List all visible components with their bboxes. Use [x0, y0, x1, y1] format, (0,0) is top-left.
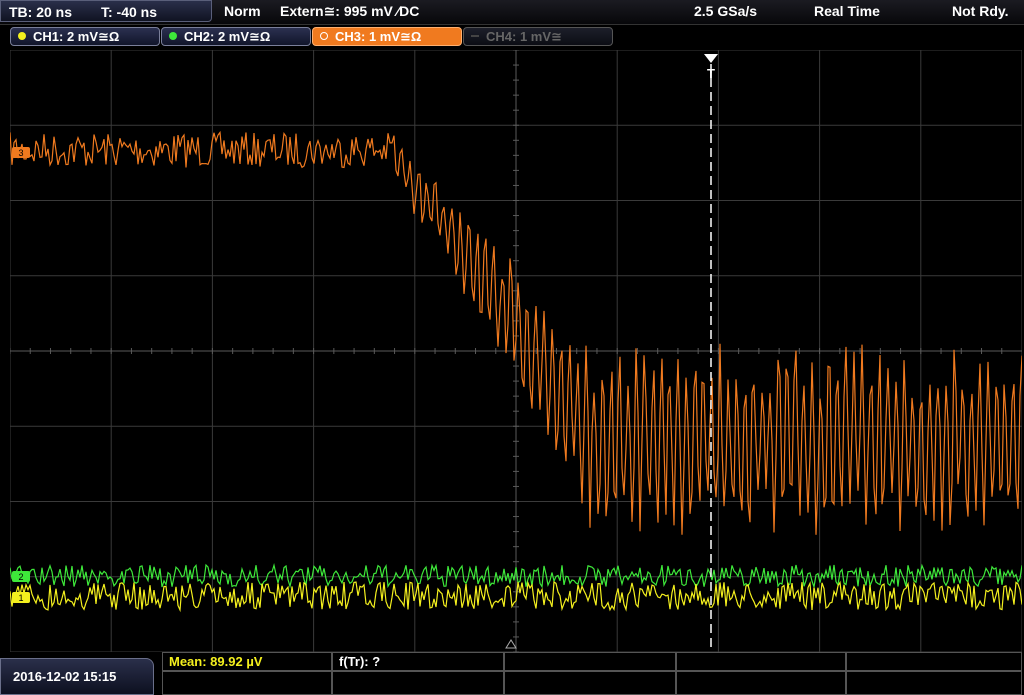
measurement-cell-empty-2[interactable]: [676, 652, 846, 671]
trigger-marker-label: T: [707, 66, 715, 81]
measurement-cell-empty-7[interactable]: [676, 671, 846, 695]
channel-3-marker-label: 3: [18, 148, 23, 158]
trigger-position-icon[interactable]: [704, 54, 718, 63]
time-reference-icon: [505, 639, 517, 649]
datetime-label: 2016-12-02 15:15: [13, 669, 117, 684]
acquisition-mode: Real Time: [814, 3, 880, 19]
trigger-mode[interactable]: Norm: [224, 0, 261, 22]
channel-2-marker-label: 2: [18, 572, 23, 582]
channel-4-label: CH4: 1 mV≅: [486, 29, 562, 44]
sample-rate: 2.5 GSa/s: [694, 3, 758, 19]
graticule: [9, 49, 1023, 653]
channel-2-indicator-icon: [169, 32, 177, 40]
channel-bar: CH1: 2 mV≅Ω CH2: 2 mV≅Ω CH3: 1 mV≅Ω CH4:…: [0, 25, 1024, 49]
channel-3-label: CH3: 1 mV≅Ω: [335, 29, 422, 44]
channel-2-label: CH2: 2 mV≅Ω: [184, 29, 271, 44]
channel-2-button[interactable]: CH2: 2 mV≅Ω: [161, 27, 311, 46]
datetime-panel: 2016-12-02 15:15: [0, 658, 154, 695]
channel-1-label: CH1: 2 mV≅Ω: [33, 29, 120, 44]
channel-3-button[interactable]: CH3: 1 mV≅Ω: [312, 27, 462, 46]
waveform-canvas: T 3 2 1: [9, 49, 1023, 653]
measurement-bar: 2016-12-02 15:15 Mean: 89.92 µV f(Tr): ?: [0, 652, 1024, 695]
run-status: Not Rdy.: [952, 3, 1009, 19]
measurement-cell-empty-8[interactable]: [846, 671, 1022, 695]
trigger-source[interactable]: Extern≅: 995 mV ∕DC: [280, 0, 419, 22]
channel-1-button[interactable]: CH1: 2 mV≅Ω: [10, 27, 160, 46]
trigger-time-value: T: -40 ns: [101, 4, 158, 20]
frequency-measurement: f(Tr): ?: [339, 654, 381, 669]
timebase-panel[interactable]: TB: 20 ns T: -40 ns: [0, 0, 212, 22]
measurement-cell-empty-4[interactable]: [162, 671, 332, 695]
measurement-cell-empty-5[interactable]: [332, 671, 504, 695]
mean-measurement: Mean: 89.92 µV: [169, 654, 263, 669]
channel-4-indicator-icon: [471, 35, 479, 37]
waveform-display[interactable]: T 3 2 1: [9, 49, 1023, 653]
measurement-table: Mean: 89.92 µV f(Tr): ?: [162, 652, 1024, 695]
channel-3-offset-marker[interactable]: 3: [12, 147, 30, 158]
measurement-cell-freq[interactable]: f(Tr): ?: [332, 652, 504, 671]
status-bar: TB: 20 ns T: -40 ns Norm Extern≅: 995 mV…: [0, 0, 1024, 25]
measurement-cell-empty-3[interactable]: [846, 652, 1022, 671]
timebase-value: TB: 20 ns: [9, 4, 73, 20]
measurement-cell-empty-6[interactable]: [504, 671, 676, 695]
channel-3-indicator-icon: [320, 32, 328, 40]
measurement-cell-empty-1[interactable]: [504, 652, 676, 671]
channel-1-marker-label: 1: [18, 593, 23, 603]
channel-1-offset-marker[interactable]: 1: [12, 592, 30, 603]
measurement-cell-mean[interactable]: Mean: 89.92 µV: [162, 652, 332, 671]
channel-4-button[interactable]: CH4: 1 mV≅: [463, 27, 613, 46]
channel-2-offset-marker[interactable]: 2: [12, 571, 30, 582]
channel-1-indicator-icon: [18, 32, 26, 40]
